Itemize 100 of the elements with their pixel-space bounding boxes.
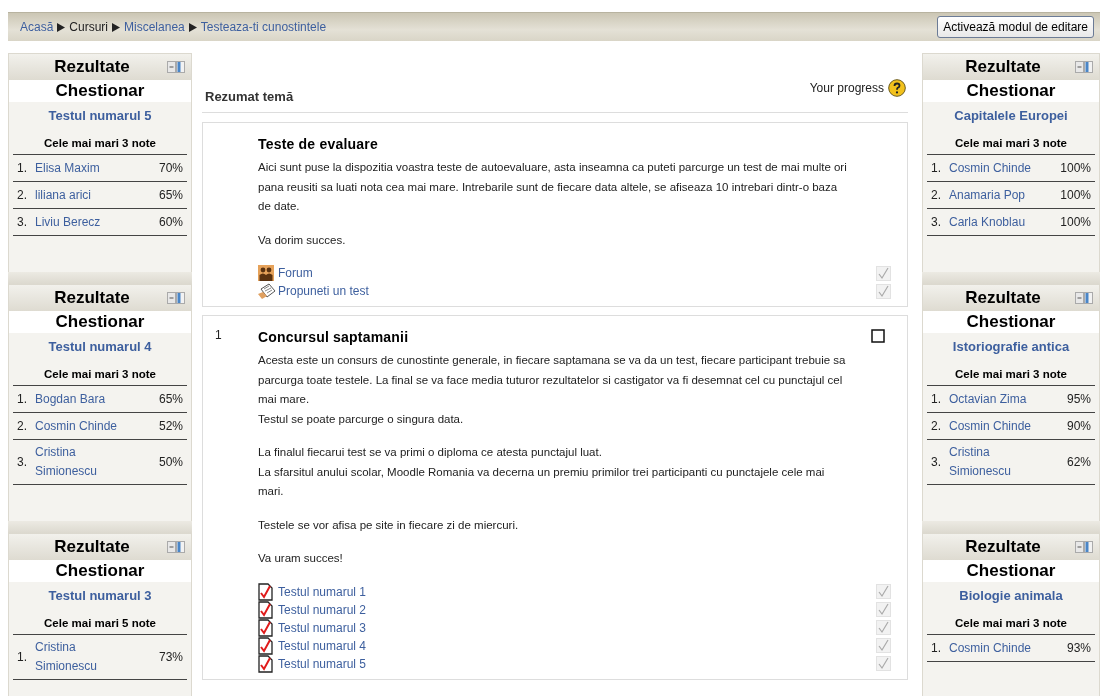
activity-link[interactable]: Propuneti un test bbox=[278, 284, 876, 298]
student-link[interactable]: Cosmin Chinde bbox=[947, 638, 1032, 658]
rank-number: 2. bbox=[17, 419, 28, 433]
completion-check-icon[interactable] bbox=[876, 656, 891, 671]
completion-check-icon[interactable] bbox=[876, 283, 891, 299]
arrow-icon bbox=[188, 22, 197, 32]
block-header: Rezultate bbox=[964, 57, 1042, 77]
quiz-link[interactable]: Testul numarul 5 bbox=[48, 108, 152, 123]
student-link[interactable]: Cosmin Chinde bbox=[947, 158, 1032, 178]
student-link[interactable]: Cristina Simionescu bbox=[33, 638, 127, 676]
rank-number: 1. bbox=[931, 641, 942, 655]
paragraph: Va dorim succes. bbox=[258, 232, 347, 248]
completion-check-icon[interactable] bbox=[876, 620, 891, 635]
paragraph: Va uram succes! bbox=[258, 551, 344, 566]
student-link[interactable]: Cosmin Chinde bbox=[947, 416, 1032, 436]
rank-number: 1. bbox=[17, 161, 28, 175]
checklist-icon bbox=[258, 582, 273, 601]
paragraph: La finalul fiecarui test se va primi o diploma ce atesta punctajul luat. bbox=[258, 445, 603, 460]
grades-heading: Cele mai mari 5 note bbox=[43, 616, 157, 631]
rank-number: 2. bbox=[931, 188, 942, 202]
section-number: 1 bbox=[215, 328, 222, 342]
score-percent: 100% bbox=[1060, 188, 1091, 202]
score-percent: 90% bbox=[1066, 419, 1091, 433]
block-title: Chestionar bbox=[9, 80, 191, 102]
activity-link[interactable]: Forum bbox=[278, 266, 876, 280]
quiz-link[interactable]: Testul numarul 4 bbox=[48, 339, 152, 354]
checklist-icon bbox=[258, 600, 273, 619]
student-link[interactable]: Cristina Simionescu bbox=[947, 443, 1041, 481]
quiz-link[interactable]: Biologie animala bbox=[959, 588, 1063, 603]
student-link[interactable]: liliana arici bbox=[33, 185, 92, 205]
arrow-icon bbox=[112, 22, 121, 32]
block-title: Chestionar bbox=[9, 560, 191, 582]
dock-icon[interactable] bbox=[1075, 541, 1093, 553]
breadcrumb-link[interactable]: Testeaza-ti cunostintele bbox=[200, 20, 327, 34]
student-link[interactable]: Cosmin Chinde bbox=[33, 416, 118, 436]
quiz-link[interactable]: Testul numarul 3 bbox=[48, 588, 152, 603]
activity-link[interactable]: Testul numarul 5 bbox=[278, 656, 876, 671]
activity-link[interactable]: Testul numarul 3 bbox=[278, 620, 876, 635]
quiz-link[interactable]: Capitalele Europei bbox=[954, 108, 1068, 123]
completion-check-icon[interactable] bbox=[876, 638, 891, 653]
rank-number: 1. bbox=[17, 392, 28, 406]
block-header: Rezultate bbox=[964, 537, 1042, 557]
rank-number: 3. bbox=[17, 215, 28, 229]
rank-number: 2. bbox=[931, 419, 942, 433]
student-link[interactable]: Liviu Berecz bbox=[33, 212, 101, 232]
score-percent: 62% bbox=[1066, 455, 1091, 469]
block-header: Rezultate bbox=[53, 288, 131, 308]
score-percent: 100% bbox=[1060, 215, 1091, 229]
rank-number: 2. bbox=[17, 188, 28, 202]
block-title: Chestionar bbox=[923, 80, 1099, 102]
student-link[interactable]: Carla Knoblau bbox=[947, 212, 1026, 232]
completion-check-icon[interactable] bbox=[876, 584, 891, 599]
breadcrumb-link[interactable]: Acasă bbox=[20, 20, 54, 34]
paragraph: La sfarsitul anului scolar, Moodle Romania va decerna un premiu primilor trei participanti cu punctajele cele mai mari. bbox=[258, 464, 826, 499]
people-icon bbox=[258, 265, 274, 281]
completion-check-icon[interactable] bbox=[876, 265, 891, 281]
student-link[interactable]: Octavian Zima bbox=[947, 389, 1027, 409]
student-link[interactable]: Anamaria Pop bbox=[947, 185, 1026, 205]
grades-heading: Cele mai mari 3 note bbox=[43, 136, 157, 151]
activity-link[interactable]: Testul numarul 4 bbox=[278, 638, 876, 653]
section-heading: Rezumat temă bbox=[205, 89, 294, 104]
dock-icon[interactable] bbox=[1075, 61, 1093, 73]
grades-heading: Cele mai mari 3 note bbox=[954, 136, 1068, 151]
checklist-icon bbox=[258, 618, 273, 637]
score-percent: 52% bbox=[158, 419, 183, 433]
progress-label: Your progress bbox=[809, 81, 884, 95]
rank-number: 1. bbox=[931, 392, 942, 406]
block-header: Rezultate bbox=[964, 288, 1042, 308]
help-icon[interactable] bbox=[888, 79, 906, 97]
dock-icon[interactable] bbox=[1075, 292, 1093, 304]
edit-mode-button[interactable]: Activează modul de editare bbox=[937, 16, 1094, 38]
dock-icon[interactable] bbox=[167, 541, 185, 553]
block-header: Rezultate bbox=[53, 57, 131, 77]
dock-icon[interactable] bbox=[167, 61, 185, 73]
student-link[interactable]: Cristina Simionescu bbox=[33, 443, 127, 481]
arrow-icon bbox=[57, 22, 66, 32]
activity-link[interactable]: Testul numarul 2 bbox=[278, 602, 876, 617]
score-percent: 73% bbox=[158, 650, 183, 664]
score-percent: 65% bbox=[158, 392, 183, 406]
breadcrumb-link[interactable]: Miscelanea bbox=[124, 20, 185, 34]
student-link[interactable]: Bogdan Bara bbox=[33, 389, 106, 409]
student-link[interactable]: Elisa Maxim bbox=[33, 158, 100, 178]
block-title: Chestionar bbox=[9, 311, 191, 333]
score-percent: 93% bbox=[1066, 641, 1091, 655]
score-percent: 60% bbox=[158, 215, 183, 229]
completion-check-icon[interactable] bbox=[876, 602, 891, 617]
paragraph: Aici sunt puse la dispozitia voastra teste de autoevaluare, asta inseamna ca puteti parcurge un test de mai multe ori pana reusiti sa luati nota cea mai mare. Intrebarile sunt de fiecare data altele, se afiseaza 10 intrebari dintr-o baza de date. bbox=[258, 160, 848, 214]
block-header: Rezultate bbox=[53, 537, 131, 557]
paragraph: Testul se poate parcurge o singura data. bbox=[258, 411, 465, 427]
quiz-link[interactable]: Istoriografie antica bbox=[952, 339, 1070, 354]
activity-link[interactable]: Testul numarul 1 bbox=[278, 584, 876, 599]
square-icon[interactable] bbox=[871, 329, 885, 343]
rank-number: 3. bbox=[17, 455, 28, 469]
grades-heading: Cele mai mari 3 note bbox=[954, 367, 1068, 382]
paragraph: Testele se vor afisa pe site in fiecare zi de miercuri. bbox=[258, 517, 520, 533]
rank-number: 3. bbox=[931, 455, 942, 469]
dock-icon[interactable] bbox=[167, 292, 185, 304]
score-percent: 70% bbox=[158, 161, 183, 175]
rank-number: 3. bbox=[931, 215, 942, 229]
score-percent: 95% bbox=[1066, 392, 1091, 406]
